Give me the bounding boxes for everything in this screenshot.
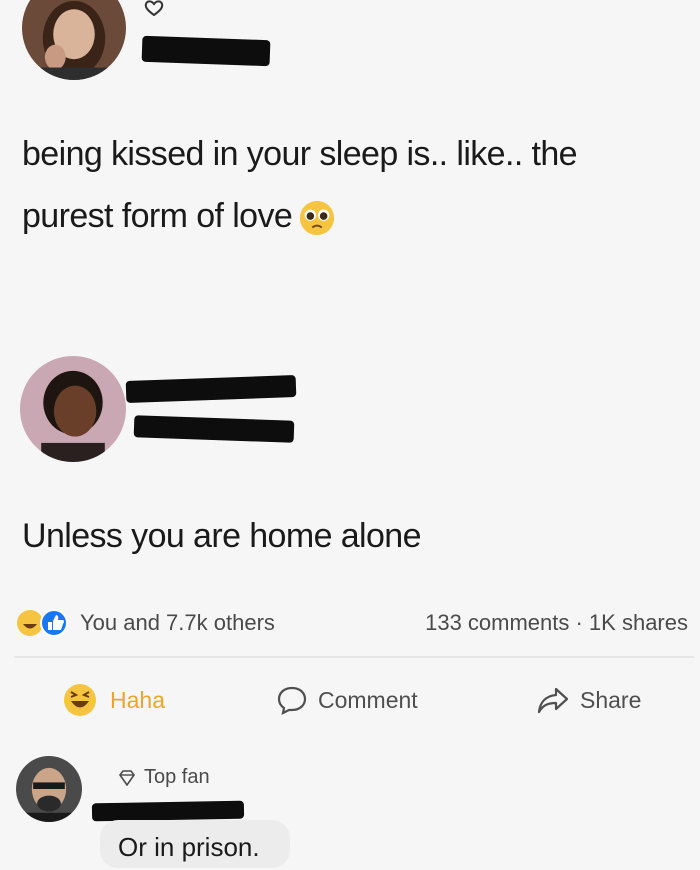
redacted-name [141,35,271,67]
diamond-icon [119,769,135,786]
post-text-line-2-text: purest form of love [22,197,293,235]
share-button[interactable]: Share [536,680,641,720]
comment-text: Or in prison. [118,832,260,862]
redacted-name [125,375,297,403]
facebook-post-screenshot: being kissed in your sleep is.. like.. t… [0,0,700,870]
post-text-line-2: purest form of love [22,196,336,237]
post-text-line-1: being kissed in your sleep is.. like.. t… [22,135,578,173]
reaction-icons [17,609,68,637]
reply-author-avatar[interactable] [20,356,126,462]
haha-label: Haha [110,686,165,713]
haha-button[interactable]: Haha [62,680,165,720]
redacted-name [91,800,245,822]
pleading-face-icon [300,200,335,236]
share-icon [537,687,569,714]
heart-icon [144,0,164,16]
reply-text: Unless you are home alone [22,517,422,555]
reactions-summary[interactable]: You and 7.7k others [80,610,275,636]
top-fan-badge: Top fan [118,766,210,789]
divider [14,656,694,658]
top-fan-label: Top fan [144,766,210,788]
comment-icon [277,686,307,715]
share-label: Share [580,686,642,713]
comments-shares-count[interactable]: 133 comments · 1K shares [425,610,688,636]
original-poster-avatar[interactable] [22,0,126,80]
comment-label: Comment [318,686,418,713]
commenter-avatar[interactable] [16,756,82,822]
haha-icon [64,684,96,716]
haha-icon [17,610,43,636]
redacted-name [133,415,295,443]
reactions-row[interactable]: You and 7.7k others 133 comments · 1K sh… [14,604,694,640]
comment-button[interactable]: Comment [276,680,418,720]
